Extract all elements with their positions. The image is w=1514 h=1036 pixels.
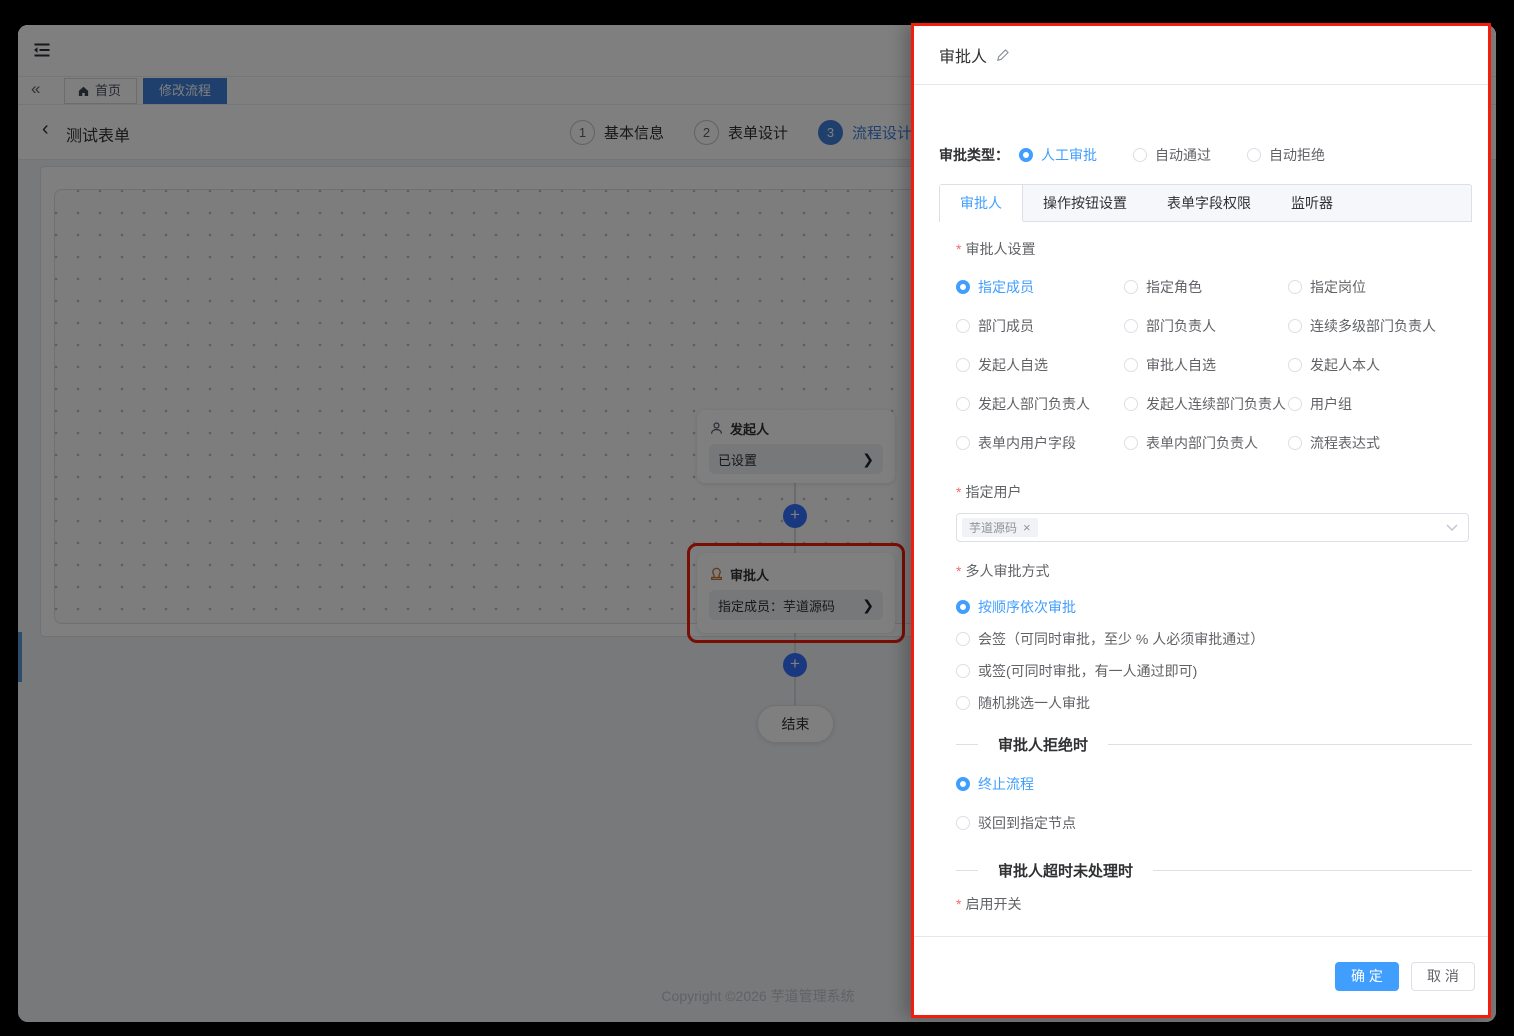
radio-initiator-self[interactable]: 发起人本人 xyxy=(1288,355,1472,375)
chevron-down-icon xyxy=(1446,524,1458,532)
radio-sequential-approve[interactable]: 按顺序依次审批 xyxy=(956,597,1472,617)
approver-setting-label: 审批人设置 xyxy=(956,239,1472,259)
tab-button-settings[interactable]: 操作按钮设置 xyxy=(1023,185,1147,221)
drawer-body: 审批类型： 人工审批 自动通过 自动拒绝 审批人 操作按钮设置 表单字段权限 xyxy=(914,85,1488,936)
radio-dot xyxy=(1288,436,1302,450)
assign-user-label: 指定用户 xyxy=(956,482,1472,502)
multi-approve-label: 多人审批方式 xyxy=(956,561,1472,581)
radio-dot xyxy=(956,816,970,830)
radio-dot xyxy=(1247,148,1261,162)
screenshot-stage: « 首页 修改流程 ‹ 测试表单 1 基本信息 2 表单设计 xyxy=(0,0,1514,1036)
drawer-title: 审批人 xyxy=(939,43,987,67)
radio-dot xyxy=(956,696,970,710)
edit-pencil-icon[interactable] xyxy=(995,48,1010,63)
radio-multi-level-dept-leader[interactable]: 连续多级部门负责人 xyxy=(1288,316,1472,336)
radio-orsign[interactable]: 或签(可同时审批，有一人通过即可) xyxy=(956,661,1472,681)
radio-dot xyxy=(956,397,970,411)
approver-settings-drawer: 审批人 审批类型： 人工审批 自动通过 自动拒绝 xyxy=(911,23,1491,1018)
tab-listeners[interactable]: 监听器 xyxy=(1271,185,1353,221)
radio-dept-member[interactable]: 部门成员 xyxy=(956,316,1124,336)
radio-dot xyxy=(1288,358,1302,372)
tab-content-approver: 审批人设置 指定成员 指定角色 指定岗位 部门成员 部门负责人 连续多级部门负责… xyxy=(939,239,1472,914)
radio-dot xyxy=(956,319,970,333)
radio-dot xyxy=(956,777,970,791)
radio-approver-select[interactable]: 审批人自选 xyxy=(1124,355,1288,375)
reject-options: 终止流程 驳回到指定节点 xyxy=(956,774,1472,833)
radio-dot xyxy=(956,664,970,678)
approve-type-row: 审批类型： 人工审批 自动通过 自动拒绝 xyxy=(939,145,1472,165)
radio-form-dept-leader[interactable]: 表单内部门负责人 xyxy=(1124,433,1288,453)
timeout-section-divider: 审批人超时未处理时 xyxy=(956,860,1472,880)
radio-dot xyxy=(1019,148,1033,162)
confirm-button[interactable]: 确 定 xyxy=(1335,962,1399,991)
radio-dot xyxy=(1124,280,1138,294)
radio-manual-approve[interactable]: 人工审批 xyxy=(1019,145,1097,165)
timeout-section-title: 审批人超时未处理时 xyxy=(978,860,1153,881)
reject-section-divider: 审批人拒绝时 xyxy=(956,734,1472,754)
radio-dot xyxy=(1288,280,1302,294)
radio-form-user-field[interactable]: 表单内用户字段 xyxy=(956,433,1124,453)
drawer-header: 审批人 xyxy=(914,26,1488,85)
radio-dot xyxy=(956,280,970,294)
radio-dot xyxy=(956,600,970,614)
user-tag-label: 芋道源码 xyxy=(969,519,1017,536)
enable-switch-label: 启用开关 xyxy=(956,894,1472,914)
tag-close-icon[interactable]: × xyxy=(1023,520,1031,535)
radio-random-one[interactable]: 随机挑选一人审批 xyxy=(956,693,1472,713)
radio-assign-role[interactable]: 指定角色 xyxy=(1124,277,1288,297)
tab-approver[interactable]: 审批人 xyxy=(940,185,1023,221)
reject-section-title: 审批人拒绝时 xyxy=(978,734,1108,755)
radio-dot xyxy=(1288,397,1302,411)
radio-dot xyxy=(956,436,970,450)
radio-initiator-select[interactable]: 发起人自选 xyxy=(956,355,1124,375)
radio-dot xyxy=(1124,358,1138,372)
radio-initiator-dept-leader[interactable]: 发起人部门负责人 xyxy=(956,394,1124,414)
radio-dept-leader[interactable]: 部门负责人 xyxy=(1124,316,1288,336)
radio-dot xyxy=(1124,319,1138,333)
assign-user-select[interactable]: 芋道源码 × xyxy=(956,513,1469,542)
radio-user-group[interactable]: 用户组 xyxy=(1288,394,1472,414)
approver-setting-options: 指定成员 指定角色 指定岗位 部门成员 部门负责人 连续多级部门负责人 发起人自… xyxy=(956,277,1472,453)
user-tag: 芋道源码 × xyxy=(962,518,1038,537)
radio-auto-reject[interactable]: 自动拒绝 xyxy=(1247,145,1325,165)
radio-flow-expression[interactable]: 流程表达式 xyxy=(1288,433,1472,453)
multi-approve-options: 按顺序依次审批 会签（可同时审批，至少 % 人必须审批通过） 或签(可同时审批，… xyxy=(956,597,1472,713)
radio-terminate-flow[interactable]: 终止流程 xyxy=(956,774,1472,794)
drawer-tabs: 审批人 操作按钮设置 表单字段权限 监听器 xyxy=(939,184,1472,222)
radio-assign-member[interactable]: 指定成员 xyxy=(956,277,1124,297)
radio-dot xyxy=(956,358,970,372)
radio-dot xyxy=(1124,436,1138,450)
radio-initiator-multi-dept-leader[interactable]: 发起人连续部门负责人 xyxy=(1124,394,1288,414)
cancel-button[interactable]: 取 消 xyxy=(1411,962,1475,991)
radio-dot xyxy=(1124,397,1138,411)
approve-type-label: 审批类型： xyxy=(939,145,1009,165)
radio-dot xyxy=(956,632,970,646)
radio-auto-pass[interactable]: 自动通过 xyxy=(1133,145,1211,165)
radio-dot xyxy=(1288,319,1302,333)
radio-return-to-node[interactable]: 驳回到指定节点 xyxy=(956,813,1472,833)
tab-field-permissions[interactable]: 表单字段权限 xyxy=(1147,185,1271,221)
radio-dot xyxy=(1133,148,1147,162)
radio-countersign[interactable]: 会签（可同时审批，至少 % 人必须审批通过） xyxy=(956,629,1472,649)
radio-assign-post[interactable]: 指定岗位 xyxy=(1288,277,1472,297)
drawer-footer: 确 定 取 消 xyxy=(914,936,1488,1015)
